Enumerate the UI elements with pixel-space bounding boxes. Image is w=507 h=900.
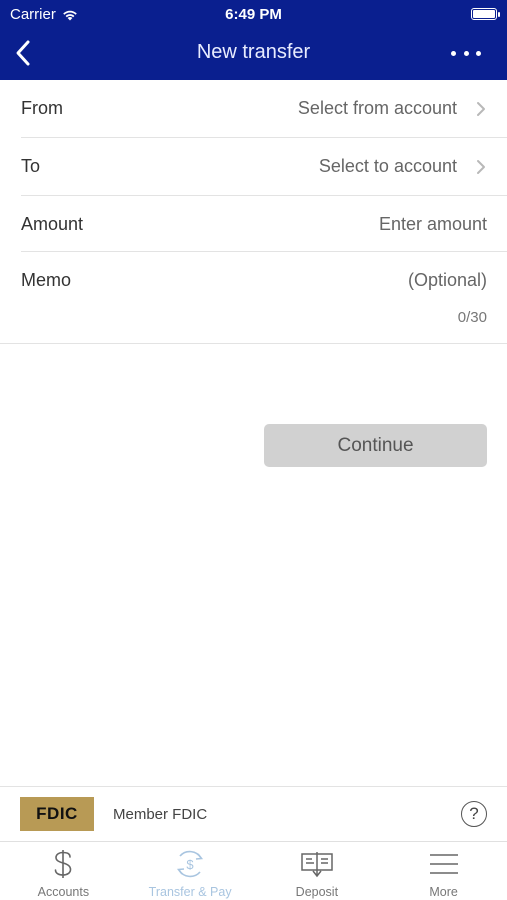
ellipsis-icon-dot: [451, 50, 456, 56]
navigation-bar: New transfer: [0, 28, 507, 80]
memo-character-counter: 0/30: [457, 309, 487, 326]
tab-more-label: More: [429, 885, 458, 899]
to-label: To: [21, 156, 41, 176]
dollar-icon: [55, 850, 72, 878]
memo-input[interactable]: (Optional): [408, 270, 487, 291]
from-account-row[interactable]: From Select from account: [21, 80, 507, 138]
chevron-right-icon: [477, 102, 485, 116]
member-fdic-text: Member FDIC: [113, 806, 208, 823]
status-time: 6:49 PM: [225, 6, 282, 23]
menu-icon: [429, 854, 458, 874]
from-label: From: [21, 98, 63, 118]
amount-input[interactable]: Enter amount: [379, 214, 487, 235]
from-account-value: Select from account: [297, 98, 457, 118]
memo-label: Memo: [21, 270, 72, 290]
question-mark-icon: ?: [469, 804, 479, 823]
tab-more[interactable]: More: [380, 842, 507, 900]
app-header: Carrier 6:49 PM New transfer: [0, 0, 507, 80]
fdic-logo-text: FDIC: [36, 804, 78, 823]
tab-transfer-pay[interactable]: $ Transfer & Pay: [127, 842, 254, 900]
fdic-banner: FDIC Member FDIC ?: [0, 786, 507, 841]
chevron-right-icon: [477, 160, 485, 174]
status-bar: Carrier 6:49 PM: [0, 0, 507, 28]
amount-row: Amount Enter amount: [21, 196, 507, 252]
tab-transfer-pay-label: Transfer & Pay: [148, 885, 232, 899]
help-button[interactable]: ?: [461, 801, 487, 827]
to-account-value: Select to account: [318, 156, 457, 176]
fdic-logo: FDIC: [20, 797, 94, 831]
tab-deposit-label: Deposit: [295, 885, 339, 899]
to-account-row[interactable]: To Select to account: [21, 138, 507, 196]
tab-accounts[interactable]: Accounts: [0, 842, 127, 900]
svg-text:$: $: [187, 857, 195, 872]
check-deposit-icon: [301, 852, 333, 878]
tab-bar: Accounts $ Transfer & Pay Deposit More: [0, 841, 507, 900]
ellipsis-icon-dot: [463, 50, 469, 56]
memo-row: Memo (Optional) 0/30: [0, 252, 507, 344]
continue-button[interactable]: Continue: [264, 424, 487, 467]
transfer-pay-icon: $: [177, 850, 204, 878]
amount-label: Amount: [21, 214, 84, 234]
battery-icon: [471, 8, 500, 20]
transfer-form: From Select from account To Select to ac…: [0, 80, 507, 344]
tab-deposit[interactable]: Deposit: [254, 842, 381, 900]
ellipsis-icon-dot: [476, 50, 481, 56]
tab-accounts-label: Accounts: [37, 885, 90, 899]
more-options-button[interactable]: [451, 40, 481, 66]
page-title: New transfer: [196, 41, 311, 63]
